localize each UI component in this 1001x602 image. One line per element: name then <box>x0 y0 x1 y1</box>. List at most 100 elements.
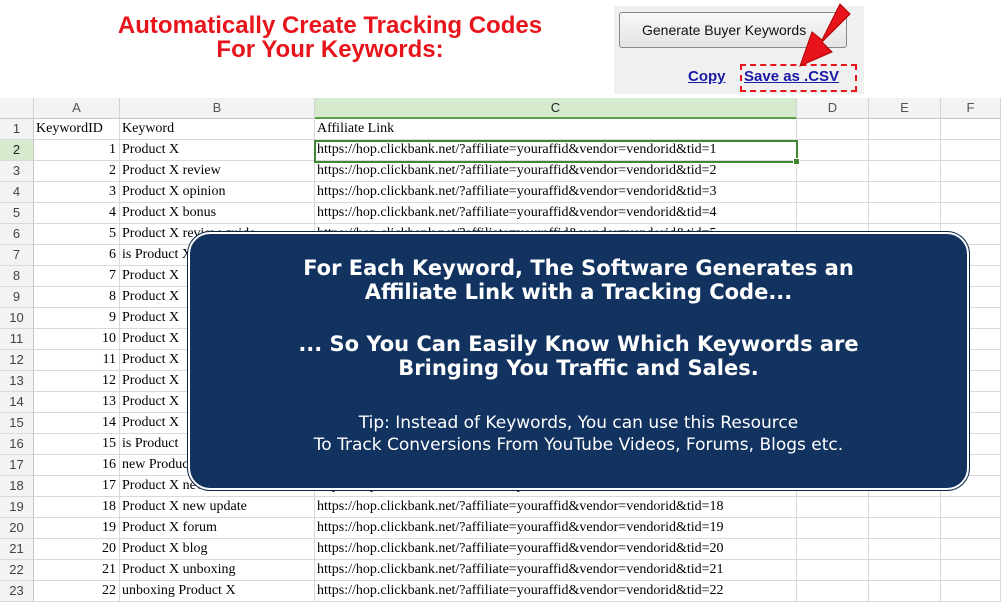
row-header[interactable]: 19 <box>0 497 34 518</box>
cell-c[interactable]: https://hop.clickbank.net/?affiliate=you… <box>315 518 797 539</box>
row-header[interactable]: 5 <box>0 203 34 224</box>
cell-e[interactable] <box>869 539 941 560</box>
cell-c[interactable]: https://hop.clickbank.net/?affiliate=you… <box>315 497 797 518</box>
cell-f[interactable] <box>941 182 1001 203</box>
cell-c[interactable]: Affiliate Link <box>315 119 797 140</box>
cell-f[interactable] <box>941 140 1001 161</box>
cell-e[interactable] <box>869 497 941 518</box>
cell-d[interactable] <box>797 539 869 560</box>
cell-c[interactable]: https://hop.clickbank.net/?affiliate=you… <box>315 140 797 161</box>
row-header[interactable]: 14 <box>0 392 34 413</box>
row-header[interactable]: 6 <box>0 224 34 245</box>
row-header[interactable]: 22 <box>0 560 34 581</box>
cell-f[interactable] <box>941 203 1001 224</box>
row-header[interactable]: 1 <box>0 119 34 140</box>
cell-a[interactable]: 14 <box>34 413 120 434</box>
cell-a[interactable]: 22 <box>34 581 120 602</box>
row-header[interactable]: 16 <box>0 434 34 455</box>
cell-d[interactable] <box>797 581 869 602</box>
row-header[interactable]: 10 <box>0 308 34 329</box>
cell-b[interactable]: Product X blog <box>120 539 315 560</box>
cell-c[interactable]: https://hop.clickbank.net/?affiliate=you… <box>315 203 797 224</box>
cell-b[interactable]: Product X <box>120 140 315 161</box>
select-all-corner[interactable] <box>0 98 34 119</box>
cell-a[interactable]: 8 <box>34 287 120 308</box>
cell-a[interactable]: 19 <box>34 518 120 539</box>
row-header[interactable]: 12 <box>0 350 34 371</box>
cell-a[interactable]: 1 <box>34 140 120 161</box>
cell-a[interactable]: 7 <box>34 266 120 287</box>
cell-a[interactable]: 13 <box>34 392 120 413</box>
cell-f[interactable] <box>941 539 1001 560</box>
cell-e[interactable] <box>869 161 941 182</box>
cell-f[interactable] <box>941 161 1001 182</box>
cell-d[interactable] <box>797 518 869 539</box>
cell-a[interactable]: 5 <box>34 224 120 245</box>
row-header[interactable]: 11 <box>0 329 34 350</box>
row-header[interactable]: 4 <box>0 182 34 203</box>
cell-a[interactable]: 9 <box>34 308 120 329</box>
cell-d[interactable] <box>797 182 869 203</box>
row-header[interactable]: 17 <box>0 455 34 476</box>
column-header-f[interactable]: F <box>941 98 1001 119</box>
cell-f[interactable] <box>941 581 1001 602</box>
cell-f[interactable] <box>941 497 1001 518</box>
cell-a[interactable]: 17 <box>34 476 120 497</box>
row-header[interactable]: 9 <box>0 287 34 308</box>
cell-e[interactable] <box>869 182 941 203</box>
cell-e[interactable] <box>869 140 941 161</box>
column-header-e[interactable]: E <box>869 98 941 119</box>
cell-a[interactable]: 18 <box>34 497 120 518</box>
cell-f[interactable] <box>941 560 1001 581</box>
row-header[interactable]: 13 <box>0 371 34 392</box>
row-header[interactable]: 21 <box>0 539 34 560</box>
row-header[interactable]: 15 <box>0 413 34 434</box>
cell-d[interactable] <box>797 119 869 140</box>
cell-a[interactable]: 10 <box>34 329 120 350</box>
cell-b[interactable]: Keyword <box>120 119 315 140</box>
cell-b[interactable]: Product X new update <box>120 497 315 518</box>
cell-b[interactable]: unboxing Product X <box>120 581 315 602</box>
cell-c[interactable]: https://hop.clickbank.net/?affiliate=you… <box>315 182 797 203</box>
cell-b[interactable]: Product X opinion <box>120 182 315 203</box>
cell-d[interactable] <box>797 203 869 224</box>
cell-a[interactable]: 2 <box>34 161 120 182</box>
cell-a[interactable]: 16 <box>34 455 120 476</box>
cell-f[interactable] <box>941 119 1001 140</box>
cell-c[interactable]: https://hop.clickbank.net/?affiliate=you… <box>315 581 797 602</box>
cell-d[interactable] <box>797 497 869 518</box>
cell-a[interactable]: 4 <box>34 203 120 224</box>
row-header[interactable]: 3 <box>0 161 34 182</box>
cell-b[interactable]: Product X forum <box>120 518 315 539</box>
row-header[interactable]: 23 <box>0 581 34 602</box>
cell-e[interactable] <box>869 581 941 602</box>
cell-e[interactable] <box>869 119 941 140</box>
copy-link[interactable]: Copy <box>688 68 726 85</box>
column-header-b[interactable]: B <box>120 98 315 119</box>
cell-e[interactable] <box>869 203 941 224</box>
column-header-d[interactable]: D <box>797 98 869 119</box>
row-header[interactable]: 18 <box>0 476 34 497</box>
cell-a[interactable]: 6 <box>34 245 120 266</box>
column-header-c[interactable]: C <box>315 98 797 119</box>
cell-c[interactable]: https://hop.clickbank.net/?affiliate=you… <box>315 161 797 182</box>
cell-c[interactable]: https://hop.clickbank.net/?affiliate=you… <box>315 560 797 581</box>
row-header[interactable]: 2 <box>0 140 34 161</box>
cell-d[interactable] <box>797 161 869 182</box>
cell-d[interactable] <box>797 560 869 581</box>
cell-b[interactable]: Product X unboxing <box>120 560 315 581</box>
row-header[interactable]: 20 <box>0 518 34 539</box>
cell-a[interactable]: 3 <box>34 182 120 203</box>
cell-f[interactable] <box>941 518 1001 539</box>
cell-a[interactable]: 15 <box>34 434 120 455</box>
row-header[interactable]: 7 <box>0 245 34 266</box>
cell-c[interactable]: https://hop.clickbank.net/?affiliate=you… <box>315 539 797 560</box>
cell-a[interactable]: 20 <box>34 539 120 560</box>
cell-a[interactable]: KeywordID <box>34 119 120 140</box>
cell-e[interactable] <box>869 560 941 581</box>
cell-b[interactable]: Product X review <box>120 161 315 182</box>
cell-d[interactable] <box>797 140 869 161</box>
cell-a[interactable]: 12 <box>34 371 120 392</box>
cell-a[interactable]: 21 <box>34 560 120 581</box>
column-header-a[interactable]: A <box>34 98 120 119</box>
